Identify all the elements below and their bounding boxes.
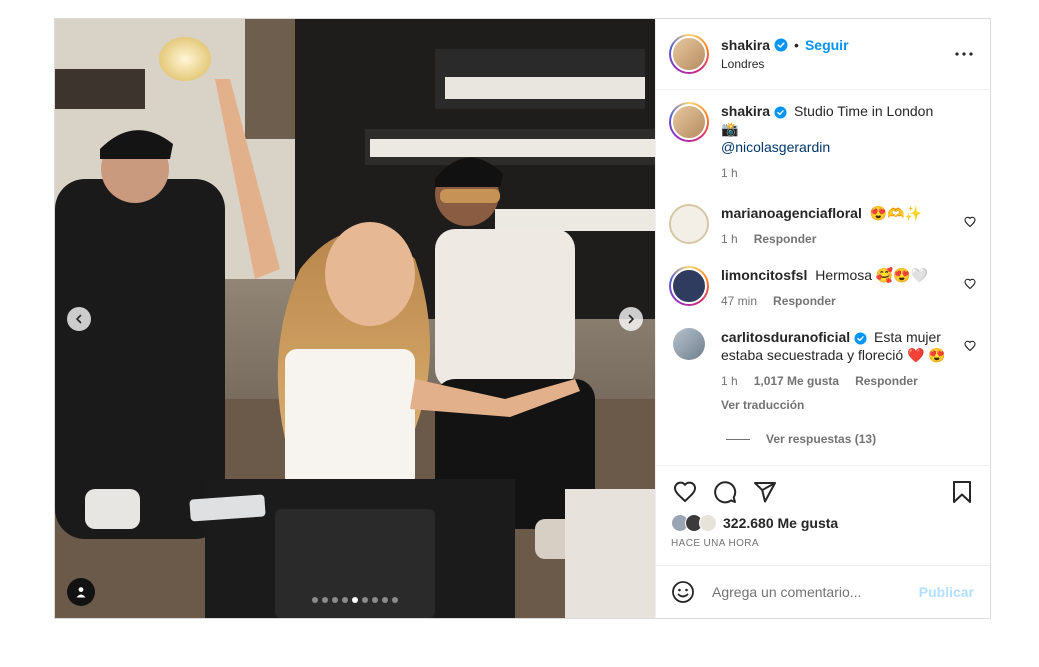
view-replies-label: Ver respuestas (13) <box>766 432 877 446</box>
comment-time[interactable]: 47 min <box>721 292 757 310</box>
carousel-dot <box>332 597 338 603</box>
caption-username[interactable]: shakira <box>721 103 770 119</box>
carousel-dot <box>392 597 398 603</box>
author-username[interactable]: shakira <box>721 37 770 53</box>
share-button[interactable] <box>751 478 779 506</box>
carousel-dot <box>342 597 348 603</box>
view-replies-button[interactable]: Ver respuestas (13) <box>726 432 976 446</box>
commenter-avatar[interactable] <box>669 204 709 244</box>
post-caption: shakira Studio Time in London 📸 @nicolas… <box>669 102 976 182</box>
comment-button[interactable] <box>711 478 739 506</box>
more-options-button[interactable] <box>952 42 976 66</box>
comment-item: carlitosduranoficial Esta mujer estaba s… <box>669 328 976 414</box>
liker-avatars <box>671 514 717 532</box>
post-photo <box>55 19 655 618</box>
instagram-post: shakira • Seguir Londres shakira Studio … <box>54 18 991 619</box>
likes-summary[interactable]: 322.680 Me gusta <box>671 514 976 532</box>
carousel-dot <box>362 597 368 603</box>
carousel-dot <box>352 597 358 603</box>
header-separator: • <box>794 37 799 53</box>
author-avatar[interactable] <box>669 34 709 74</box>
save-button[interactable] <box>948 478 976 506</box>
carousel-indicator <box>55 597 655 603</box>
send-icon <box>754 482 776 503</box>
commenter-avatar[interactable] <box>669 266 709 306</box>
comment-time[interactable]: 1 h <box>721 230 738 248</box>
carousel-dot <box>312 597 318 603</box>
comment-like-heart-icon[interactable] <box>964 216 976 228</box>
carousel-dot <box>382 597 388 603</box>
see-translation-button[interactable]: Ver traducción <box>721 396 952 414</box>
reply-button[interactable]: Responder <box>773 292 836 310</box>
caption-author-avatar[interactable] <box>669 102 709 142</box>
post-sidebar: shakira • Seguir Londres shakira Studio … <box>655 19 990 618</box>
verified-badge-icon <box>854 332 867 345</box>
comment-username[interactable]: carlitosduranoficial <box>721 329 850 345</box>
caption-mention[interactable]: @nicolasgerardin <box>721 139 830 155</box>
comment-item: marianoagenciafloral 😍🫶✨ 1 h Responder <box>669 204 976 248</box>
comment-time[interactable]: 1 h <box>721 372 738 390</box>
bookmark-icon <box>953 481 971 503</box>
follow-button[interactable]: Seguir <box>805 37 849 53</box>
comment-like-heart-icon[interactable] <box>964 340 976 352</box>
reply-button[interactable]: Responder <box>855 372 918 390</box>
carousel-dot <box>322 597 328 603</box>
commenter-avatar[interactable] <box>673 328 705 360</box>
add-comment-bar: Publicar <box>656 565 990 618</box>
post-actions: 322.680 Me gusta HACE UNA HORA <box>656 465 990 565</box>
liker-avatar <box>699 514 717 532</box>
more-horizontal-icon <box>955 52 973 56</box>
chevron-right-icon <box>628 314 634 324</box>
carousel-prev-button[interactable] <box>67 307 91 331</box>
reply-button[interactable]: Responder <box>754 230 817 248</box>
comment-text: Hermosa 🥰😍🤍 <box>815 267 929 283</box>
comments-section: shakira Studio Time in London 📸 @nicolas… <box>656 90 990 465</box>
emoji-picker-button[interactable] <box>670 579 696 605</box>
post-media[interactable] <box>55 19 655 618</box>
heart-icon <box>673 481 697 503</box>
carousel-dot <box>372 597 378 603</box>
tagged-users-button[interactable] <box>67 578 95 606</box>
comment-like-heart-icon[interactable] <box>964 278 976 290</box>
likes-count[interactable]: 322.680 Me gusta <box>723 515 838 531</box>
verified-badge-icon <box>774 38 788 52</box>
post-header: shakira • Seguir Londres <box>656 19 990 90</box>
publish-button[interactable]: Publicar <box>919 584 974 600</box>
chevron-left-icon <box>76 314 82 324</box>
replies-divider <box>726 438 750 440</box>
user-tag-icon <box>76 587 86 598</box>
emoji-icon <box>672 581 694 603</box>
comment-input[interactable] <box>712 584 919 600</box>
carousel-next-button[interactable] <box>619 307 643 331</box>
comment-text: 😍🫶✨ <box>869 205 923 221</box>
comment-username[interactable]: limoncitosfsl <box>721 267 807 283</box>
verified-badge-icon <box>774 106 787 119</box>
post-timestamp[interactable]: HACE UNA HORA <box>671 538 976 549</box>
comment-item: limoncitosfsl Hermosa 🥰😍🤍 47 min Respond… <box>669 266 976 310</box>
like-button[interactable] <box>671 478 699 506</box>
post-location[interactable]: Londres <box>721 57 952 71</box>
comment-username[interactable]: marianoagenciafloral <box>721 205 862 221</box>
comment-likes-count[interactable]: 1,017 Me gusta <box>754 372 839 390</box>
comment-icon <box>714 481 737 504</box>
caption-time[interactable]: 1 h <box>721 164 738 182</box>
